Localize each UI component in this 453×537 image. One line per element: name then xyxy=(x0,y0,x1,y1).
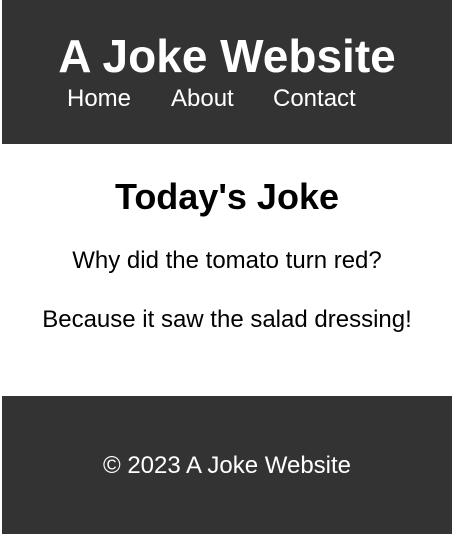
site-footer: © 2023 A Joke Website xyxy=(2,396,452,534)
site-title: A Joke Website xyxy=(58,30,396,82)
joke-punchline: Because it saw the salad dressing! xyxy=(42,306,412,333)
joke-setup: Why did the tomato turn red? xyxy=(72,247,382,274)
main-content: Today's Joke Why did the tomato turn red… xyxy=(2,144,452,396)
nav-link-contact[interactable]: Contact xyxy=(273,85,356,113)
main-nav: Home About Contact xyxy=(2,85,452,115)
site-header: A Joke Website Home About Contact xyxy=(2,0,452,144)
nav-link-home[interactable]: Home xyxy=(67,85,131,113)
page: A Joke Website Home About Contact Today'… xyxy=(0,0,453,537)
nav-link-about[interactable]: About xyxy=(171,85,234,113)
footer-copyright: © 2023 A Joke Website xyxy=(102,452,352,479)
joke-heading: Today's Joke xyxy=(115,176,339,217)
